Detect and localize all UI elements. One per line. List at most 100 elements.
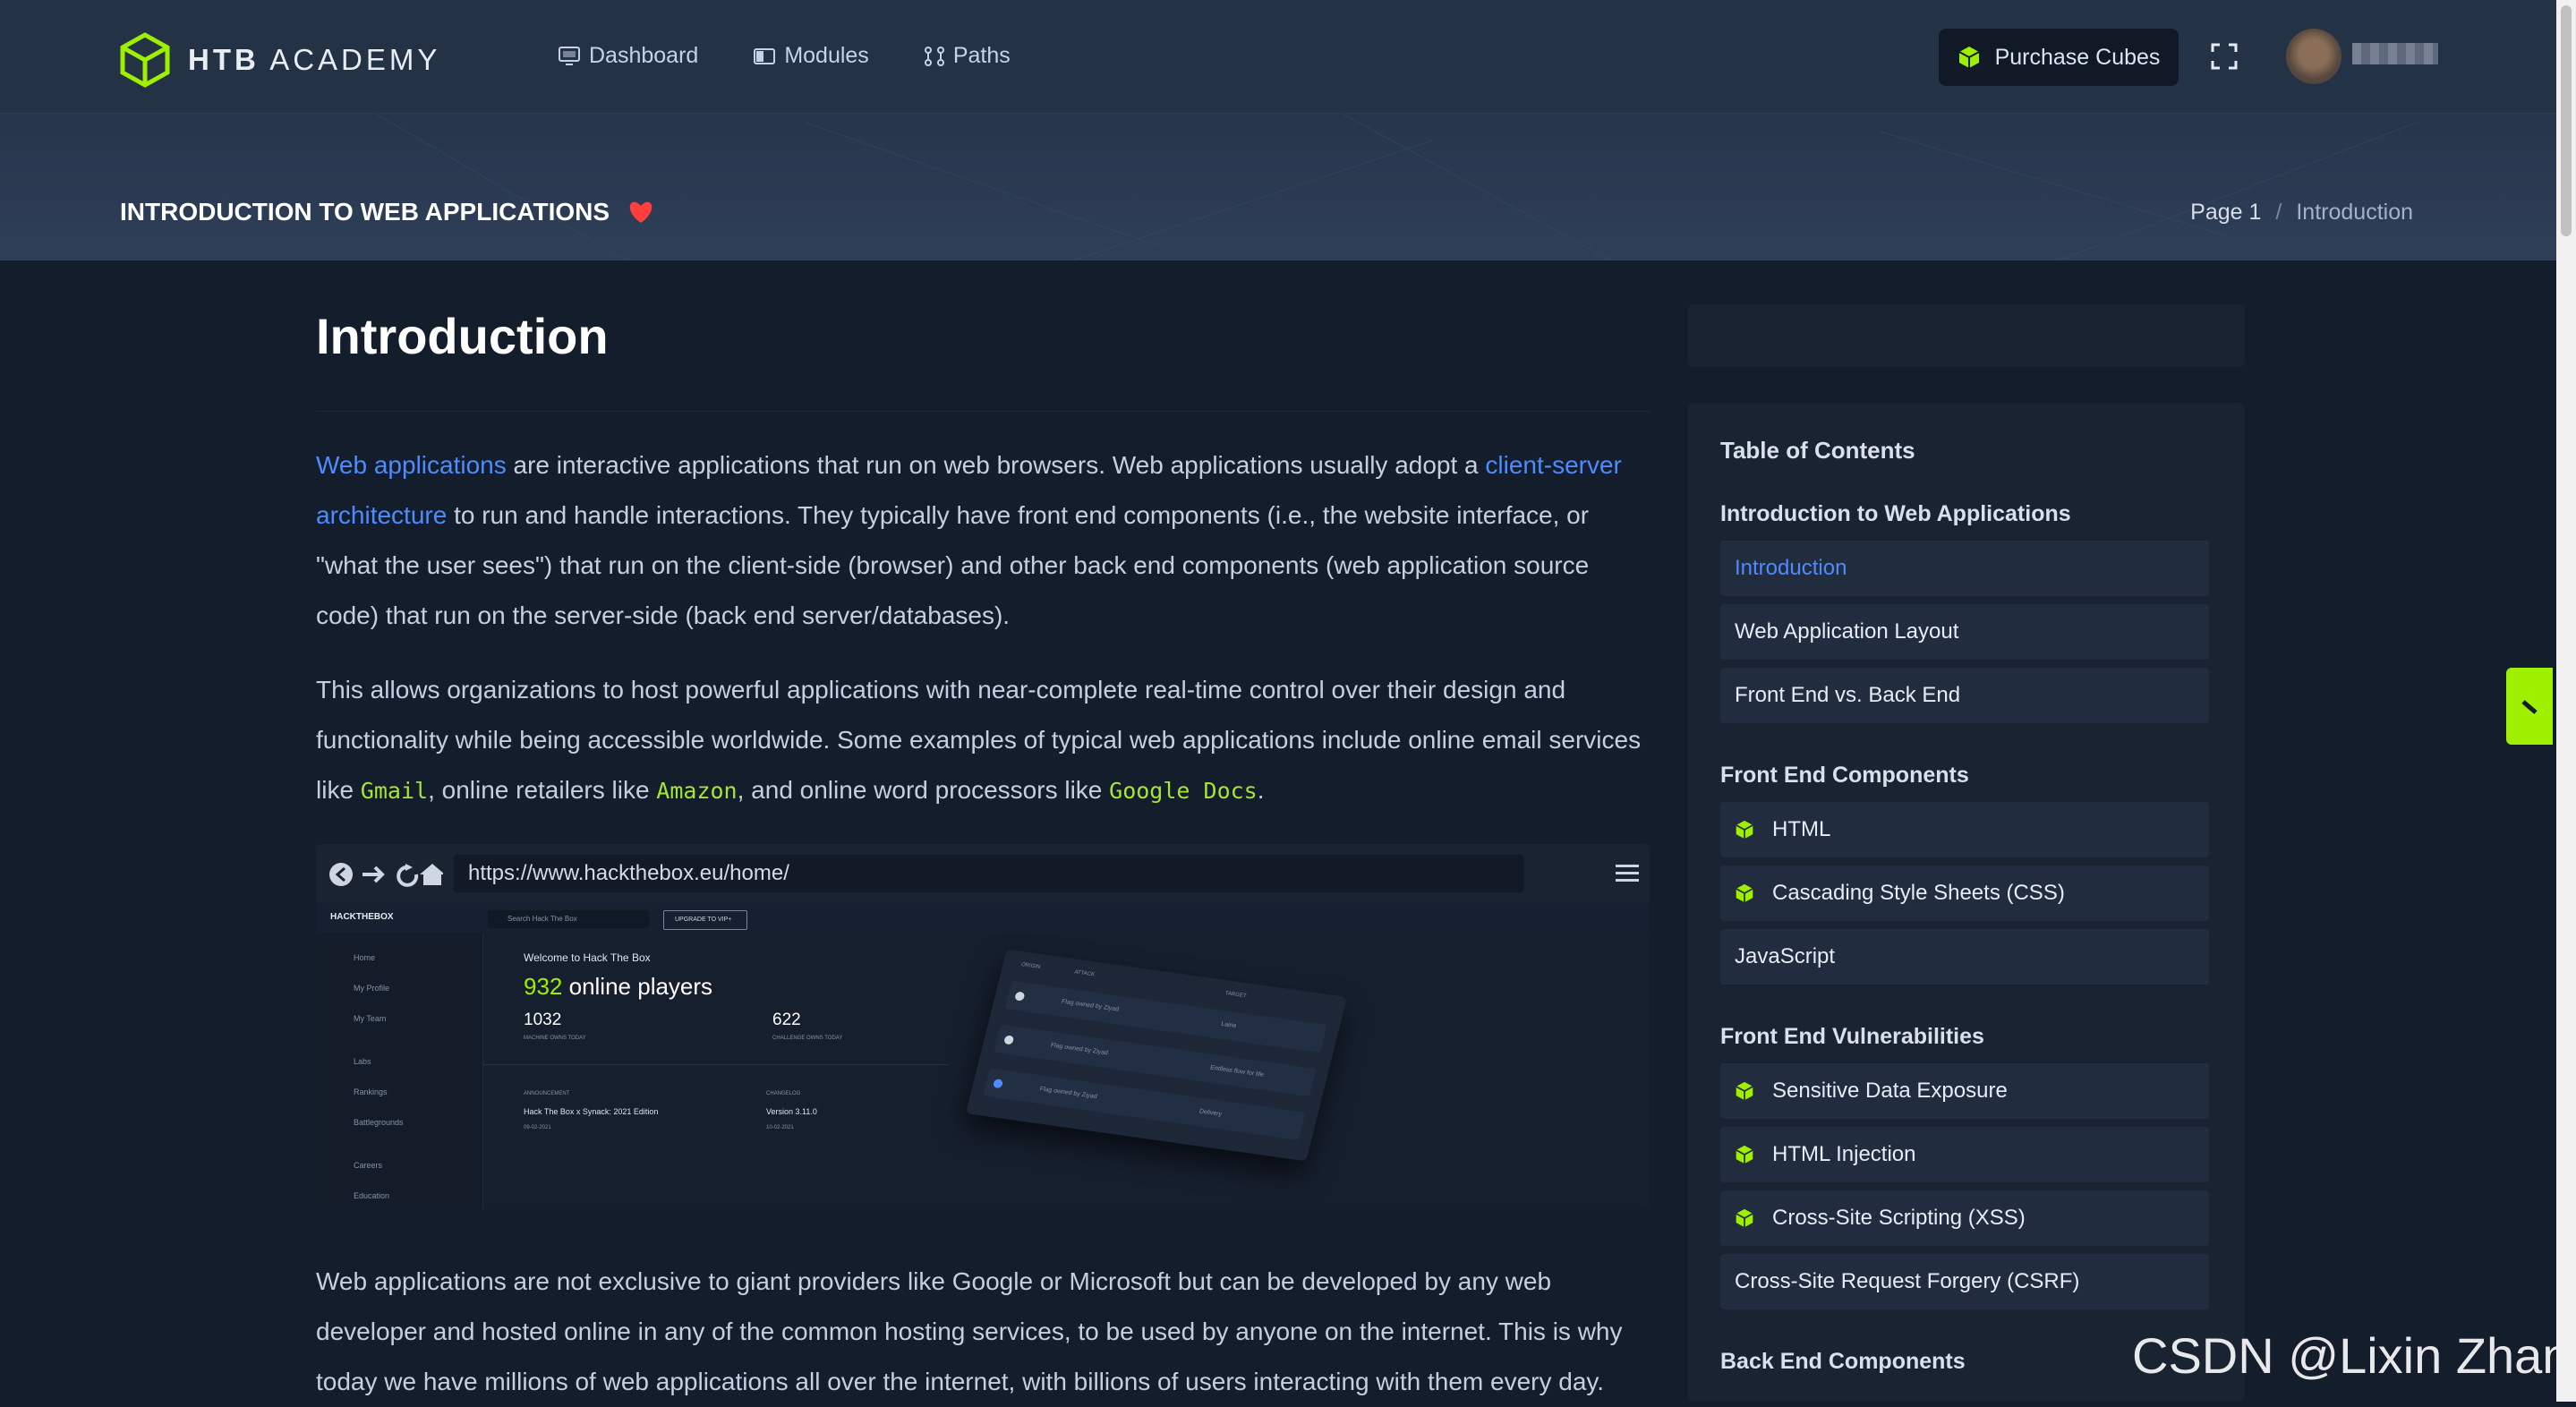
toc-section-title: Back End Components <box>1720 1349 1966 1374</box>
htb-screenshot-image: https://www.hackthebox.eu/home/ HACKTHEB… <box>316 844 1650 1209</box>
toc-item-html-injection[interactable]: HTML Injection <box>1720 1127 2209 1182</box>
htb-players-count: 932 <box>524 973 563 1000</box>
toc-item-javascript[interactable]: JavaScript <box>1720 929 2209 985</box>
toc-item-sensitive-data-exposure[interactable]: Sensitive Data Exposure <box>1720 1063 2209 1119</box>
toc-item-html[interactable]: HTML <box>1720 802 2209 857</box>
htb-card-attack: Flag owned by Ziyad <box>1038 1086 1098 1101</box>
htb-side-5: Rankings <box>354 1087 388 1096</box>
page-scrollbar[interactable] <box>2556 0 2576 1402</box>
banner-network-pattern <box>375 114 2418 260</box>
toc-section-title: Introduction to Web Applications <box>1720 501 2071 526</box>
toc-item-label: Web Application Layout <box>1735 619 1959 644</box>
nav-dashboard[interactable]: Dashboard <box>559 43 698 69</box>
logo-text: HTB ACADEMY <box>188 43 441 76</box>
htb-card-attack: Flag owned by Ziyad <box>1049 1042 1109 1057</box>
toc-item-label: HTML <box>1772 817 1831 841</box>
htb-card-target: Laine <box>1220 1020 1238 1030</box>
htb-announce-label: ANNOUNCEMENT <box>524 1091 570 1096</box>
cube-icon <box>1736 1208 1753 1228</box>
fullscreen-icon[interactable] <box>2211 43 2238 70</box>
user-avatar[interactable] <box>2286 29 2341 84</box>
browser-bar: https://www.hackthebox.eu/home/ <box>316 844 1650 903</box>
menu-icon <box>1616 865 1639 882</box>
toc-item-front-end-vs-back-end[interactable]: Front End vs. Back End <box>1720 668 2209 723</box>
section-heading: Introduction <box>316 308 609 364</box>
htb-changelog-text: Version 3.11.0 <box>766 1107 817 1116</box>
cube-icon <box>1736 820 1753 840</box>
htb-upgrade-button: UPGRADE TO VIP+ <box>663 910 747 930</box>
htb-changelog-label: CHANGELOG <box>766 1091 801 1096</box>
htb-welcome: Welcome to Hack The Box <box>524 951 651 964</box>
htb-players: 932 online players <box>524 973 712 1001</box>
username-blurred[interactable] <box>2352 43 2438 64</box>
htb-side-4: Labs <box>354 1057 371 1066</box>
module-banner: INTRODUCTION TO WEB APPLICATIONS Page 1 … <box>0 114 2556 260</box>
nav-paths[interactable]: Paths <box>924 43 1011 69</box>
htb-topbar: HACKTHEBOX Search Hack The Box UPGRADE T… <box>316 903 1650 934</box>
nav-modules[interactable]: Modules <box>754 43 869 69</box>
toc-item-label: Cross-Site Scripting (XSS) <box>1772 1206 2026 1230</box>
p1-text-b: to run and handle interactions. They typ… <box>316 501 1590 629</box>
heading-divider <box>316 411 1650 412</box>
htb-brand: HACKTHEBOX <box>330 912 394 922</box>
htb-search-placeholder: Search Hack The Box <box>508 915 577 923</box>
htb-sidebar: Home My Profile My Team Labs Rankings Ba… <box>316 934 483 1209</box>
code-gmail: Gmail <box>360 778 429 804</box>
toc-section-title: Front End Components <box>1720 763 1969 788</box>
toc-item-xss[interactable]: Cross-Site Scripting (XSS) <box>1720 1190 2209 1246</box>
toc-item-csrf[interactable]: Cross-Site Request Forgery (CSRF) <box>1720 1254 2209 1309</box>
htb-academy-logo[interactable]: HTB ACADEMY <box>120 32 440 88</box>
toc-item-label: JavaScript <box>1735 944 1836 968</box>
code-google-docs: Google Docs <box>1109 778 1258 804</box>
htb-activity-card: ORIGIN ATTACK TARGET Flag owned by Ziyad… <box>966 949 1347 1162</box>
monitor-icon <box>559 46 580 65</box>
toc-title: Table of Contents <box>1720 437 1915 464</box>
link-web-applications[interactable]: Web applications <box>316 451 507 479</box>
htb-side-8: Education <box>354 1191 390 1200</box>
purchase-cubes-label: Purchase Cubes <box>1994 44 2161 70</box>
module-title: INTRODUCTION TO WEB APPLICATIONS <box>120 198 654 226</box>
top-navbar: HTB ACADEMY Dashboard Modules Paths Purc… <box>0 0 2556 114</box>
toc-item-introduction[interactable]: Introduction <box>1720 541 2209 596</box>
table-of-contents: Table of Contents Introduction to Web Ap… <box>1688 403 2245 1402</box>
p2-text-d: . <box>1257 776 1265 804</box>
htb-side-6: Battlegrounds <box>354 1118 404 1127</box>
htb-dashboard: Welcome to Hack The Box 932 online playe… <box>483 934 1650 1209</box>
htb-players-label: online players <box>562 973 713 1000</box>
main-nav: Dashboard Modules Paths <box>559 43 1011 69</box>
htb-card-dot <box>1014 991 1026 1002</box>
htb-side-3: My Team <box>354 1014 387 1023</box>
scrollbar-thumb[interactable] <box>2561 5 2572 236</box>
toc-item-web-application-layout[interactable]: Web Application Layout <box>1720 604 2209 660</box>
htb-card-h1: ORIGIN <box>1020 962 1041 970</box>
htb-divider <box>483 1064 949 1065</box>
p2-text-b: , online retailers like <box>428 776 657 804</box>
cube-icon <box>1736 1081 1753 1101</box>
htb-card-target: Endless flow for life <box>1209 1064 1265 1079</box>
htb-card-h3: TARGET <box>1224 991 1248 1000</box>
p1-text-a: are interactive applications that run on… <box>506 451 1486 479</box>
htb-card-attack: Flag owned by Ziyad <box>1061 998 1120 1013</box>
htb-card-h2: ATTACK <box>1073 969 1096 978</box>
browser-url: https://www.hackthebox.eu/home/ <box>454 855 1524 892</box>
paragraph-2: This allows organizations to host powerf… <box>316 665 1650 816</box>
htb-changelog-date: 10-02-2021 <box>766 1125 794 1130</box>
htb-stat1-value: 1032 <box>524 1010 562 1029</box>
htb-card-dot <box>1002 1035 1015 1045</box>
heart-icon[interactable] <box>627 200 654 224</box>
cube-logo-icon <box>120 32 170 88</box>
code-amazon: Amazon <box>656 778 738 804</box>
browser-nav-icons <box>329 863 443 887</box>
cube-icon <box>1958 47 1980 68</box>
path-icon <box>924 46 944 66</box>
notes-tab-button[interactable] <box>2506 668 2553 745</box>
toc-item-label: Sensitive Data Exposure <box>1772 1079 2008 1103</box>
toc-item-css[interactable]: Cascading Style Sheets (CSS) <box>1720 866 2209 921</box>
htb-stat1-label: MACHINE OWNS TODAY <box>524 1036 586 1041</box>
nav-modules-label: Modules <box>784 43 869 68</box>
breadcrumb-page[interactable]: Page 1 <box>2190 200 2261 226</box>
toc-item-label: Cross-Site Request Forgery (CSRF) <box>1735 1269 2080 1293</box>
purchase-cubes-button[interactable]: Purchase Cubes <box>1939 29 2179 86</box>
toc-item-label: HTML Injection <box>1772 1142 1916 1166</box>
watermark: CSDN @Lixin Zhang <box>2132 1327 2576 1384</box>
